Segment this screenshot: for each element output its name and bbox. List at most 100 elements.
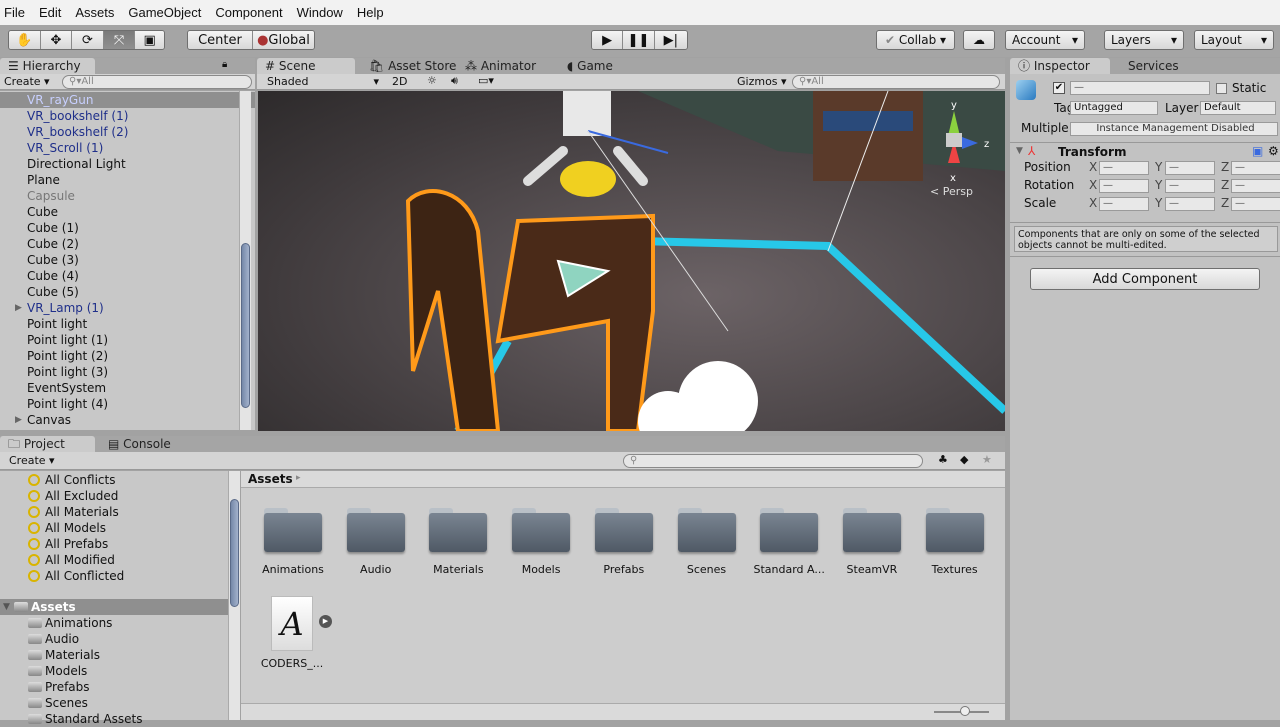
favorite-search-item[interactable]: All Materials	[0, 504, 228, 520]
2d-toggle[interactable]: 2D	[392, 75, 407, 88]
menu-file[interactable]: File	[4, 5, 25, 20]
asset-folder[interactable]	[760, 508, 819, 552]
breadcrumb[interactable]: Assets	[248, 472, 293, 486]
menu-gameobject[interactable]: GameObject	[128, 5, 201, 20]
step-button[interactable]: ▶|	[654, 31, 687, 49]
active-checkbox[interactable]: ✔	[1053, 82, 1065, 94]
transform-field[interactable]: —	[1231, 197, 1280, 211]
folder-tree-item[interactable]: Materials	[0, 647, 228, 663]
scroll-thumb[interactable]	[241, 243, 250, 408]
hierarchy-item[interactable]: Point light (2)	[0, 348, 255, 364]
play-button[interactable]: ▶	[592, 31, 624, 49]
add-component-button[interactable]: Add Component	[1030, 268, 1260, 290]
expand-asset-icon[interactable]: ▶	[319, 615, 332, 628]
project-search-input[interactable]: ⚲	[623, 454, 923, 468]
font-asset-icon[interactable]: A	[271, 596, 313, 651]
favorite-search-item[interactable]: All Modified	[0, 552, 228, 568]
menu-component[interactable]: Component	[215, 5, 282, 20]
hierarchy-item[interactable]: Directional Light	[0, 156, 255, 172]
tab-services[interactable]: Services	[1120, 58, 1187, 74]
favorite-star-icon[interactable]: ★	[982, 453, 992, 466]
transform-field[interactable]: —	[1099, 179, 1149, 193]
help-icon[interactable]: ▣	[1252, 144, 1263, 158]
favorite-search-item[interactable]: All Excluded	[0, 488, 228, 504]
layout-dropdown[interactable]: Layout ▾	[1194, 30, 1274, 50]
tab-game[interactable]: ◖ Game	[559, 58, 621, 74]
account-dropdown[interactable]: Account ▾	[1005, 30, 1085, 50]
hierarchy-item[interactable]: Cube	[0, 204, 255, 220]
hierarchy-item[interactable]: EventSystem	[0, 380, 255, 396]
filter-type-icon[interactable]: ♣	[938, 453, 948, 466]
tag-dropdown[interactable]: Untagged	[1070, 101, 1158, 115]
rotate-icon[interactable]: ⟳	[72, 31, 104, 49]
slider-handle[interactable]	[960, 706, 970, 716]
menu-edit[interactable]: Edit	[39, 5, 61, 20]
asset-folder[interactable]	[925, 508, 984, 552]
pause-button[interactable]: ❚❚	[623, 31, 655, 49]
asset-folder[interactable]	[429, 508, 488, 552]
scene-viewport[interactable]: y x z < Persp	[258, 91, 1005, 431]
folder-tree-item[interactable]: Audio	[0, 631, 228, 647]
audio-toggle-icon[interactable]: 🔊︎	[451, 74, 458, 88]
hierarchy-item[interactable]: Point light (1)	[0, 332, 255, 348]
tab-hierarchy[interactable]: ☰ Hierarchy	[0, 58, 95, 74]
project-tree-scrollbar[interactable]	[228, 471, 240, 720]
shading-dropdown[interactable]: Shaded ▾	[267, 75, 379, 88]
folder-tree-item[interactable]: Standard Assets	[0, 711, 228, 727]
hierarchy-item[interactable]: ▶ VR_Lamp (1)	[0, 300, 255, 316]
folder-tree-item[interactable]: Models	[0, 663, 228, 679]
folder-tree-item[interactable]: Animations	[0, 615, 228, 631]
asset-folder[interactable]	[346, 508, 405, 552]
scene-search-input[interactable]: ⚲▾All	[792, 75, 1000, 89]
hierarchy-item[interactable]: VR_rayGun	[0, 92, 255, 108]
hierarchy-item[interactable]: VR_bookshelf (1)	[0, 108, 255, 124]
tab-console[interactable]: ▤ Console	[100, 436, 179, 452]
hierarchy-item[interactable]: Cube (1)	[0, 220, 255, 236]
static-checkbox[interactable]	[1216, 83, 1227, 94]
hierarchy-item[interactable]: ▶ Canvas	[0, 412, 255, 428]
tab-scene[interactable]: # Scene	[257, 58, 355, 74]
folder-tree-item[interactable]: Scenes	[0, 695, 228, 711]
hierarchy-item[interactable]: Cube (3)	[0, 252, 255, 268]
transform-field[interactable]: —	[1099, 197, 1149, 211]
asset-folder[interactable]	[512, 508, 571, 552]
transform-field[interactable]: —	[1165, 161, 1215, 175]
persp-label[interactable]: < Persp	[930, 185, 973, 198]
hierarchy-item[interactable]: Plane	[0, 172, 255, 188]
menu-assets[interactable]: Assets	[75, 5, 114, 20]
filter-label-icon[interactable]: ◆	[960, 453, 968, 466]
expand-arrow-icon[interactable]: ▶	[15, 300, 22, 316]
hierarchy-item[interactable]: Cube (2)	[0, 236, 255, 252]
menu-window[interactable]: Window	[297, 5, 343, 20]
hierarchy-search-input[interactable]: ⚲▾All	[62, 75, 252, 89]
tab-inspector[interactable]: ⓘ Inspector	[1010, 58, 1110, 74]
collab-button[interactable]: ✔ Collab ▾	[876, 30, 955, 50]
hierarchy-create-button[interactable]: Create ▾	[4, 75, 50, 88]
scale-icon[interactable]: ⤧	[103, 31, 136, 49]
transform-field[interactable]: —	[1165, 179, 1215, 193]
layer-dropdown[interactable]: Default	[1200, 101, 1276, 115]
hand-icon[interactable]: ✋	[9, 31, 41, 49]
expand-arrow-icon[interactable]: ▶	[15, 412, 22, 428]
gizmos-dropdown[interactable]: Gizmos ▾	[737, 75, 787, 88]
asset-folder[interactable]	[677, 508, 736, 552]
pivot-center-button[interactable]: Center	[188, 31, 253, 49]
global-button[interactable]: ● Global	[252, 31, 314, 49]
assets-root-item[interactable]: ▼ Assets	[0, 599, 228, 615]
transform-field[interactable]: —	[1231, 179, 1280, 193]
favorite-search-item[interactable]: All Conflicted	[0, 568, 228, 584]
favorite-search-item[interactable]: All Models	[0, 520, 228, 536]
hierarchy-scrollbar[interactable]	[239, 91, 251, 430]
hierarchy-item[interactable]: Point light (4)	[0, 396, 255, 412]
tab-project[interactable]: 🗀 Project	[0, 436, 95, 452]
scroll-thumb[interactable]	[230, 499, 239, 607]
tab-asset-store[interactable]: 🛍︎ Asset Store	[361, 58, 464, 74]
layers-dropdown[interactable]: Layers ▾	[1104, 30, 1184, 50]
asset-folder[interactable]	[264, 508, 322, 552]
move-icon[interactable]: ✥	[40, 31, 73, 49]
rect-icon[interactable]: ▣	[135, 31, 164, 49]
menu-help[interactable]: Help	[357, 5, 384, 20]
project-create-button[interactable]: Create ▾	[9, 454, 55, 467]
lighting-toggle-icon[interactable]: ☼	[427, 74, 437, 87]
asset-folder[interactable]	[594, 508, 653, 552]
